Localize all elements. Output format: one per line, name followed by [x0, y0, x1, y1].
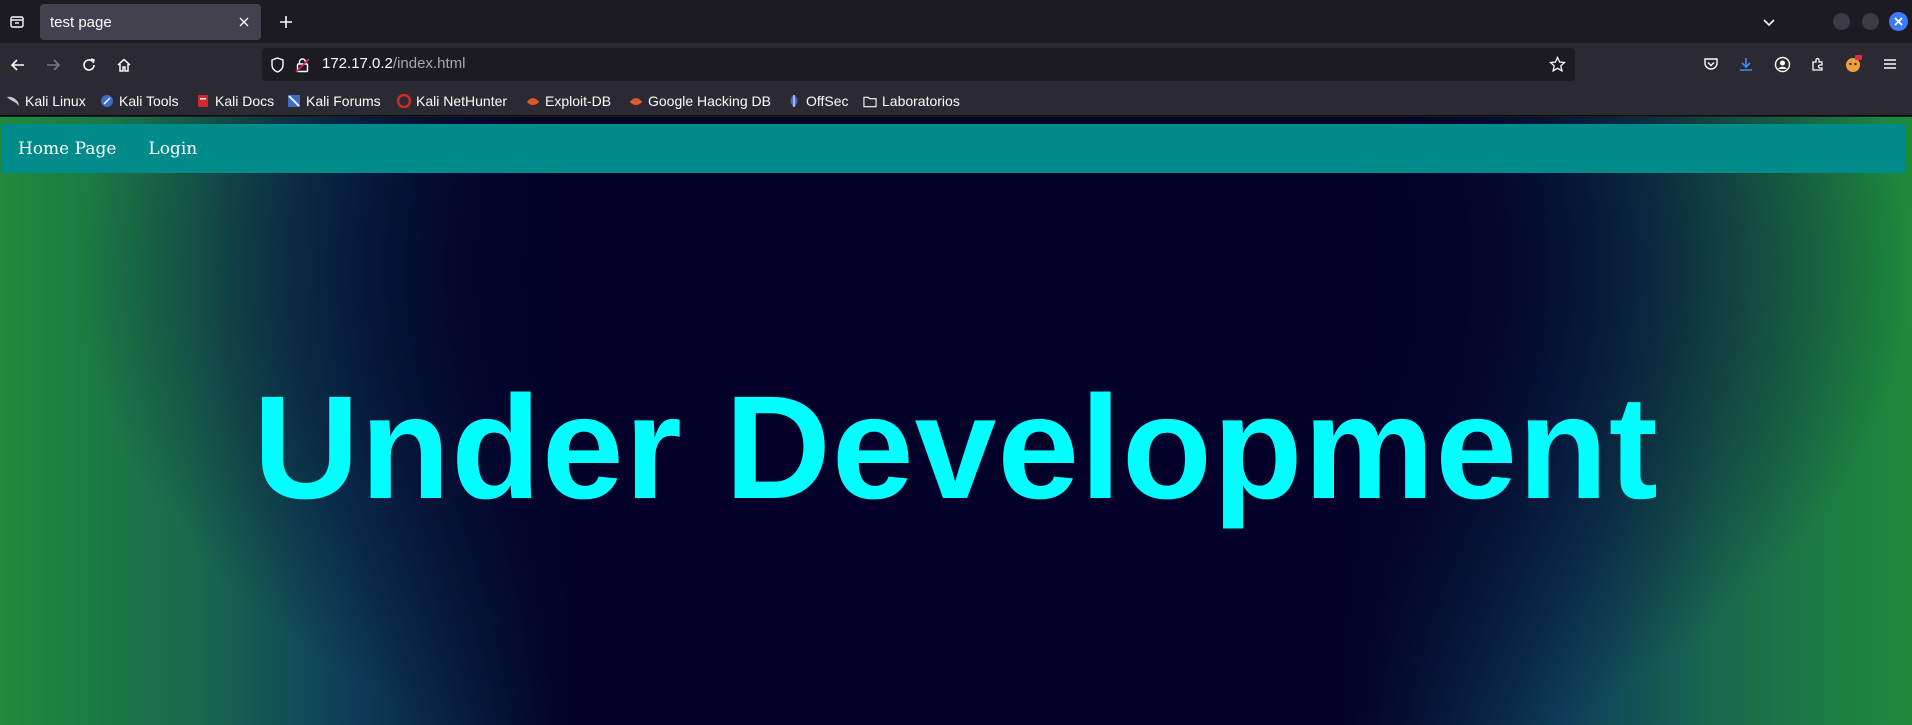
bookmark-label: Kali Forums: [306, 93, 381, 109]
bookmark-kali-forums[interactable]: Kali Forums: [287, 91, 381, 111]
kali-docs-icon: [196, 94, 210, 108]
bookmark-label: OffSec: [806, 93, 849, 109]
nav-link-login[interactable]: Login: [148, 139, 197, 159]
navigation-toolbar: 172.17.0.2/index.html: [0, 43, 1912, 87]
shield-icon[interactable]: [269, 56, 286, 73]
bookmark-kali-linux[interactable]: Kali Linux: [6, 91, 86, 111]
bookmark-exploit-db[interactable]: Exploit-DB: [526, 91, 611, 111]
bookmark-label: Google Hacking DB: [648, 93, 771, 109]
kali-forums-icon: [287, 94, 301, 108]
hamburger-menu-icon[interactable]: [1879, 53, 1901, 75]
pocket-icon[interactable]: [1700, 53, 1722, 75]
url-path: /index.html: [392, 55, 466, 72]
bookmarks-toolbar: Kali Linux Kali Tools Kali Docs Kali For…: [0, 87, 1912, 116]
reload-icon[interactable]: [75, 51, 103, 79]
extension-badge-icon[interactable]: [1842, 53, 1864, 75]
offsec-icon: [787, 94, 801, 108]
bookmark-offsec[interactable]: OffSec: [787, 91, 849, 111]
close-window-button[interactable]: [1889, 12, 1908, 31]
minimize-window-button[interactable]: [1833, 13, 1850, 30]
site-nav-bar: Home Page Login: [2, 124, 1906, 173]
tab-title: test page: [50, 13, 112, 31]
bookmark-folder-laboratorios[interactable]: Laboratorios: [863, 91, 960, 111]
nethunter-icon: [397, 94, 411, 108]
bookmark-kali-docs[interactable]: Kali Docs: [196, 91, 274, 111]
account-icon[interactable]: [1771, 53, 1793, 75]
bookmark-google-hacking-db[interactable]: Google Hacking DB: [629, 91, 771, 111]
active-tab[interactable]: test page: [40, 4, 261, 40]
page-viewport: Home Page Login Under Development: [0, 117, 1912, 725]
kali-dragon-icon: [6, 94, 20, 108]
new-tab-icon[interactable]: [272, 8, 300, 36]
tab-list-icon[interactable]: [4, 9, 30, 35]
url-text[interactable]: 172.17.0.2/index.html: [322, 55, 465, 72]
kali-tools-icon: [100, 94, 114, 108]
folder-icon: [863, 94, 877, 108]
forward-arrow-icon[interactable]: [39, 51, 67, 79]
bookmark-label: Laboratorios: [882, 93, 960, 109]
bookmark-kali-tools[interactable]: Kali Tools: [100, 91, 179, 111]
bookmark-label: Kali NetHunter: [416, 93, 508, 109]
bookmark-star-icon[interactable]: [1548, 55, 1567, 74]
insecure-lock-icon[interactable]: [294, 56, 311, 73]
bookmark-label: Kali Linux: [25, 93, 86, 109]
back-arrow-icon[interactable]: [4, 51, 32, 79]
url-host: 172.17.0.2: [322, 55, 393, 72]
nav-link-home-page[interactable]: Home Page: [18, 139, 116, 159]
tab-strip: test page: [0, 0, 1912, 43]
extensions-icon[interactable]: [1807, 53, 1829, 75]
chevron-down-icon[interactable]: [1755, 8, 1783, 36]
ghdb-icon: [629, 94, 643, 108]
url-bar[interactable]: 172.17.0.2/index.html: [262, 48, 1575, 81]
home-icon[interactable]: [110, 51, 138, 79]
maximize-window-button[interactable]: [1862, 13, 1879, 30]
bookmark-kali-nethunter[interactable]: Kali NetHunter: [397, 91, 507, 111]
bookmark-label: Kali Docs: [215, 93, 275, 109]
exploit-db-icon: [526, 94, 540, 108]
downloads-icon[interactable]: [1735, 53, 1757, 75]
bookmark-label: Exploit-DB: [545, 93, 612, 109]
page-headline: Under Development: [253, 366, 1659, 530]
bookmark-label: Kali Tools: [119, 93, 179, 109]
close-tab-icon[interactable]: [235, 13, 253, 31]
